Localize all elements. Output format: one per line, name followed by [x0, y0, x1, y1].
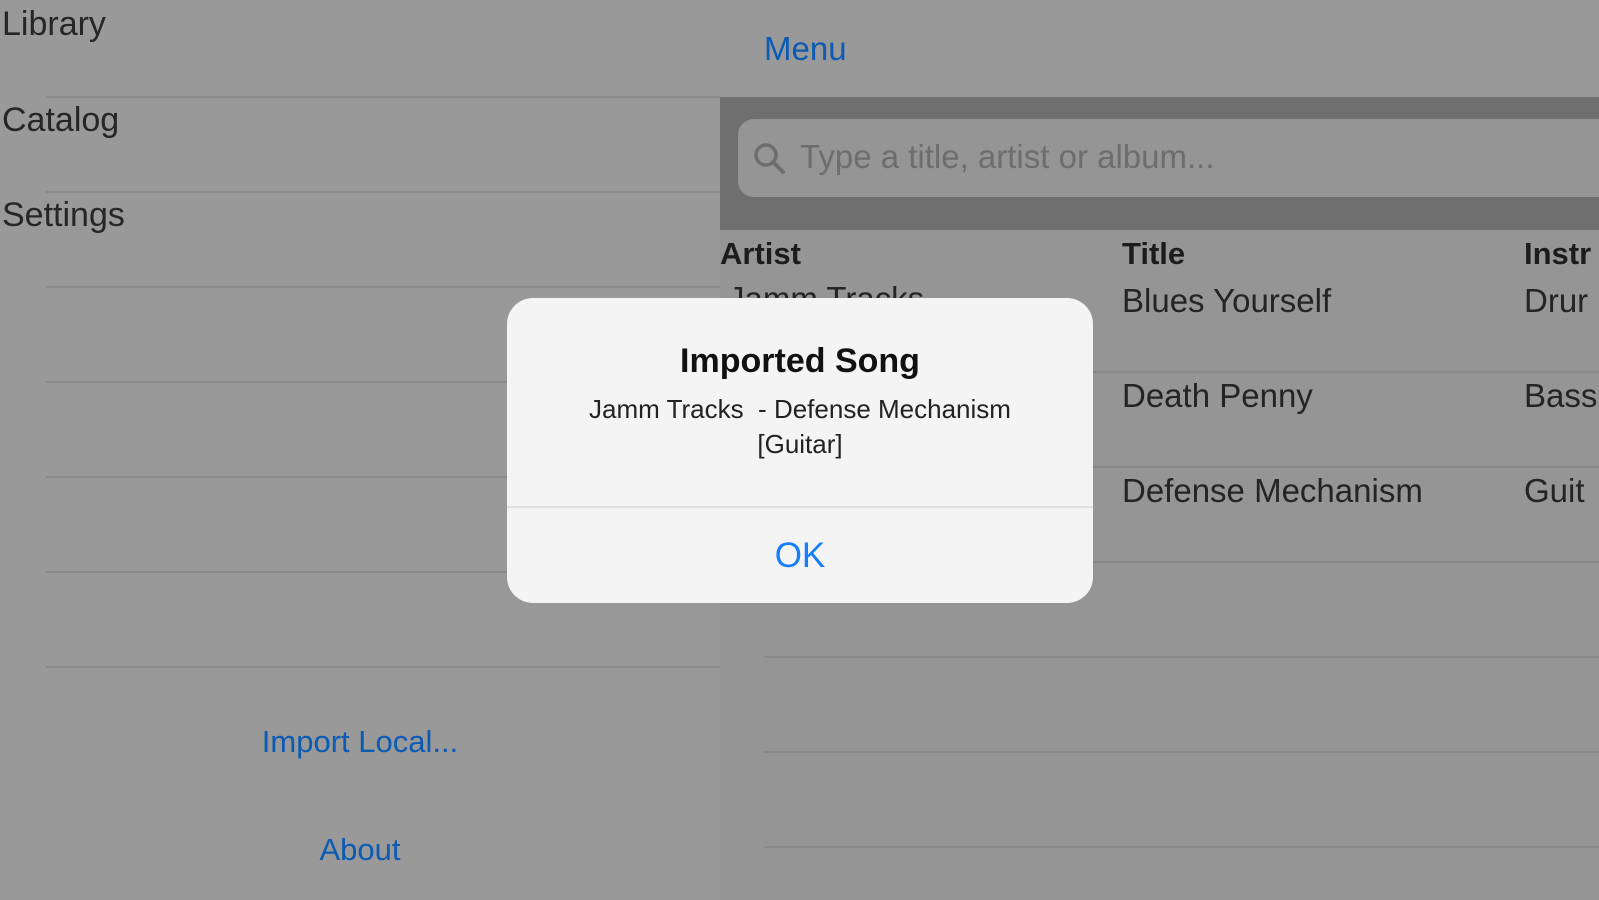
about-button[interactable]: About [0, 832, 720, 868]
search-placeholder: Type a title, artist or album... [800, 138, 1215, 175]
search-bar: Type a title, artist or album... [720, 97, 1599, 230]
cell-instrument: Guit [1524, 472, 1585, 509]
cell-title: Defense Mechanism [1122, 472, 1423, 509]
row-divider [764, 751, 1599, 753]
sidebar-divider [46, 286, 720, 288]
alert-message: Jamm Tracks - Defense Mechanism [Guitar] [589, 394, 1011, 459]
sidebar-item-library[interactable]: Library [0, 0, 720, 96]
cell-title: Blues Yourself [1122, 282, 1332, 319]
column-header-artist[interactable]: Artist [720, 236, 801, 272]
cell-title: Death Penny [1122, 377, 1313, 414]
alert-dialog: Imported Song Jamm Tracks - Defense Mech… [507, 298, 1093, 603]
import-local-button[interactable]: Import Local... [0, 724, 720, 760]
main-header: Menu [720, 0, 1599, 97]
sidebar-item-label: Catalog [2, 101, 120, 139]
alert-title: Imported Song [680, 342, 920, 380]
sidebar-item-catalog[interactable]: Catalog [0, 98, 720, 192]
cell-instrument: Drur [1524, 282, 1589, 319]
cell-instrument: Bass [1524, 377, 1598, 414]
menu-button[interactable]: Menu [764, 30, 847, 68]
column-header-title[interactable]: Title [1122, 236, 1185, 272]
sidebar-item-label: Settings [2, 196, 125, 234]
column-header-instrument[interactable]: Instr [1524, 236, 1591, 272]
ok-button[interactable]: OK [507, 508, 1093, 603]
sidebar-item-label: Library [2, 5, 106, 43]
search-icon [754, 143, 785, 174]
row-divider [764, 656, 1599, 658]
sidebar-divider [46, 666, 720, 668]
sidebar-item-settings[interactable]: Settings [0, 193, 720, 287]
row-divider [764, 846, 1599, 848]
search-input[interactable]: Type a title, artist or album... [738, 119, 1599, 197]
